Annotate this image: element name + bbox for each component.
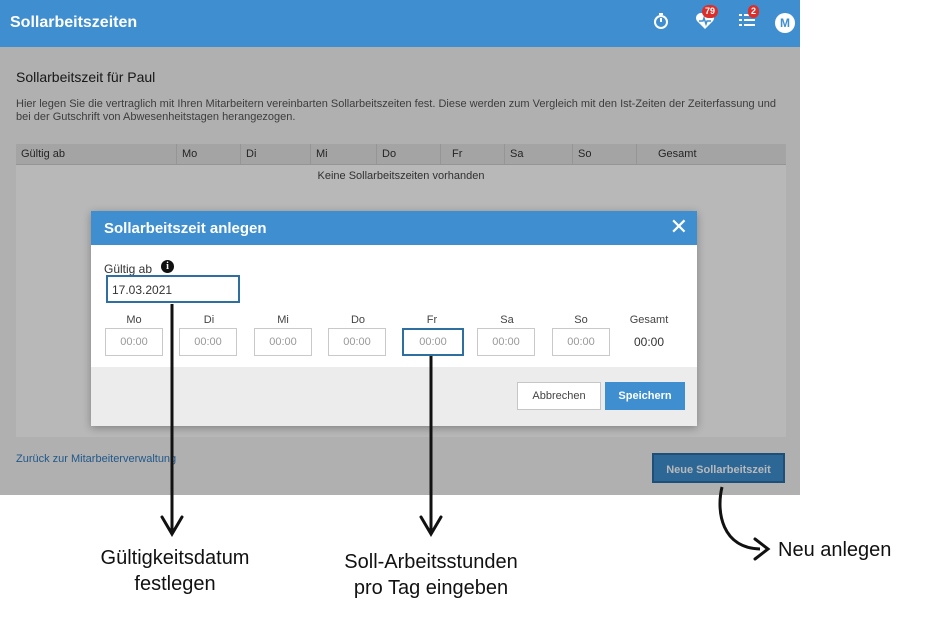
time-input-mo[interactable]: 00:00 — [105, 328, 163, 356]
health-badge: 79 — [702, 5, 719, 18]
dialog-footer: Abbrechen Speichern — [91, 367, 697, 426]
arrow-new-head — [753, 537, 771, 561]
time-input-fr[interactable]: 00:00 — [402, 328, 464, 356]
annotation-date-line2: festlegen — [134, 573, 216, 595]
annotation-hours-line2: pro Tag eingeben — [353, 577, 509, 599]
time-input-do[interactable]: 00:00 — [328, 328, 386, 356]
day-label-so: So — [574, 314, 588, 326]
annotation-date: Gültigkeitsdatum festlegen — [60, 545, 290, 597]
dialog-header: Sollarbeitszeit anlegen ✕ — [91, 211, 697, 245]
user-avatar[interactable]: M — [775, 13, 795, 33]
time-input-so[interactable]: 00:00 — [552, 328, 610, 356]
arrow-hours-head — [419, 515, 443, 537]
arrow-new — [718, 486, 761, 551]
total-label: Gesamt — [629, 314, 669, 326]
day-label-fr: Fr — [426, 314, 438, 326]
annotation-hours-line1: Soll-Arbeitsstunden — [344, 551, 518, 573]
annotation-new: Neu anlegen — [778, 539, 892, 561]
valid-from-label: Gültig ab — [104, 262, 153, 276]
cancel-button[interactable]: Abbrechen — [517, 382, 601, 410]
save-button[interactable]: Speichern — [605, 382, 685, 410]
close-icon[interactable]: ✕ — [670, 216, 688, 238]
valid-from-input[interactable]: 17.03.2021 — [106, 275, 240, 303]
day-label-mo: Mo — [126, 314, 142, 326]
day-label-di: Di — [203, 314, 215, 326]
annotation-date-line1: Gültigkeitsdatum — [100, 547, 250, 569]
total-value: 00:00 — [633, 335, 665, 349]
time-input-mi[interactable]: 00:00 — [254, 328, 312, 356]
stopwatch-icon[interactable] — [650, 12, 672, 34]
info-icon[interactable]: i — [161, 260, 174, 273]
time-input-sa[interactable]: 00:00 — [477, 328, 535, 356]
day-label-do: Do — [350, 314, 366, 326]
tasks-badge: 2 — [748, 5, 760, 18]
arrow-date-head — [160, 515, 184, 537]
app-title: Sollarbeitszeiten — [10, 14, 138, 31]
time-input-di[interactable]: 00:00 — [179, 328, 237, 356]
annotation-hours: Soll-Arbeitsstunden pro Tag eingeben — [300, 549, 562, 601]
day-label-sa: Sa — [500, 314, 514, 326]
top-bar: Sollarbeitszeiten 79 2 M — [0, 0, 800, 47]
day-label-mi: Mi — [277, 314, 289, 326]
dialog-title: Sollarbeitszeit anlegen — [104, 220, 267, 237]
create-target-time-dialog: Sollarbeitszeit anlegen ✕ Gültig ab i 17… — [91, 211, 697, 426]
